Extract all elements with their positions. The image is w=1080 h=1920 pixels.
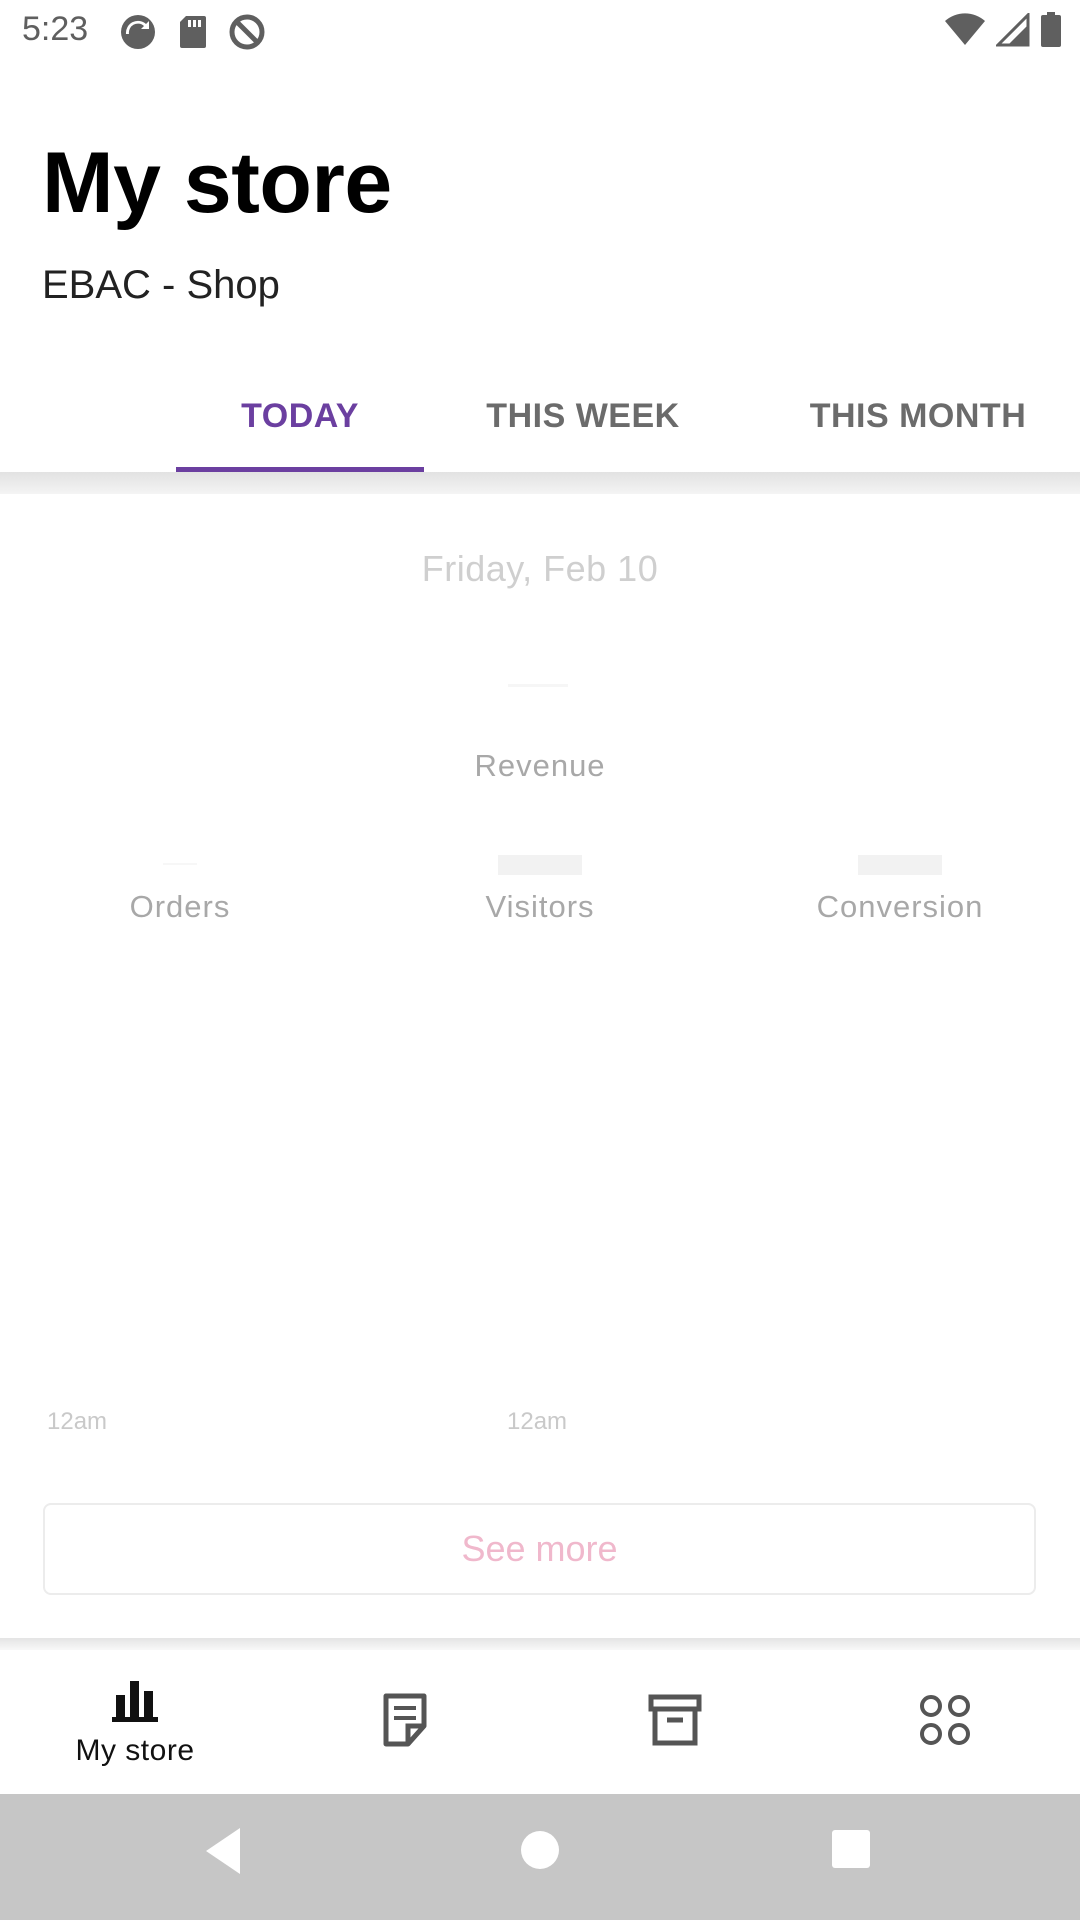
nav-my-store[interactable]: My store [0,1650,270,1794]
period-tabs: TODAY THIS WEEK THIS MONTH [0,360,1080,472]
content-divider [0,1638,1080,1650]
bar-chart-icon [110,1677,160,1728]
revenue-value-placeholder [508,684,568,687]
date-label: Friday, Feb 10 [421,548,659,589]
back-icon[interactable] [200,1824,248,1883]
system-nav-bar [0,1794,1080,1920]
battery-icon [1040,12,1062,48]
products-archive-icon [648,1694,702,1751]
visitors-value-placeholder [498,855,582,875]
recents-icon[interactable] [830,1828,872,1875]
wifi-icon [944,13,986,47]
revenue-label: Revenue [474,748,606,783]
bottom-nav: My store [0,1650,1080,1794]
nav-label-my-store: My store [75,1733,195,1767]
sync-icon [118,12,158,52]
visitors-label: Visitors [485,889,595,924]
nav-menu[interactable] [810,1650,1080,1794]
status-right-icons [944,12,1062,48]
visitors-stat: Visitors [360,855,720,925]
conversion-stat: Conversion [720,855,1080,925]
conversion-value-placeholder [858,855,942,875]
status-bar: 5:23 [0,0,1080,64]
stats-chart [0,960,1080,1430]
status-time: 5:23 [22,10,89,48]
orders-label: Orders [129,889,231,924]
conversion-label: Conversion [816,889,984,924]
menu-grid-icon [918,1693,972,1752]
signal-icon [996,13,1030,47]
chart-x-tick: 12am [507,1408,568,1435]
tab-today[interactable]: TODAY [176,360,424,472]
store-name: EBAC - Shop [42,263,280,307]
home-icon[interactable] [518,1828,562,1877]
orders-stat: Orders [0,855,360,925]
tabs-divider [0,472,1080,494]
orders-icon [381,1692,429,1753]
sd-card-icon [178,14,208,50]
nav-orders[interactable] [270,1650,540,1794]
page-title: My store [42,135,392,231]
orders-value-placeholder [163,863,197,865]
do-not-disturb-icon [228,13,266,51]
see-more-button[interactable]: See more [43,1503,1036,1595]
tab-this-week[interactable]: THIS WEEK [468,360,698,472]
nav-products[interactable] [540,1650,810,1794]
tab-this-month[interactable]: THIS MONTH [790,360,1046,472]
chart-x-tick: 12am [47,1408,108,1435]
status-left-icons [118,12,266,52]
